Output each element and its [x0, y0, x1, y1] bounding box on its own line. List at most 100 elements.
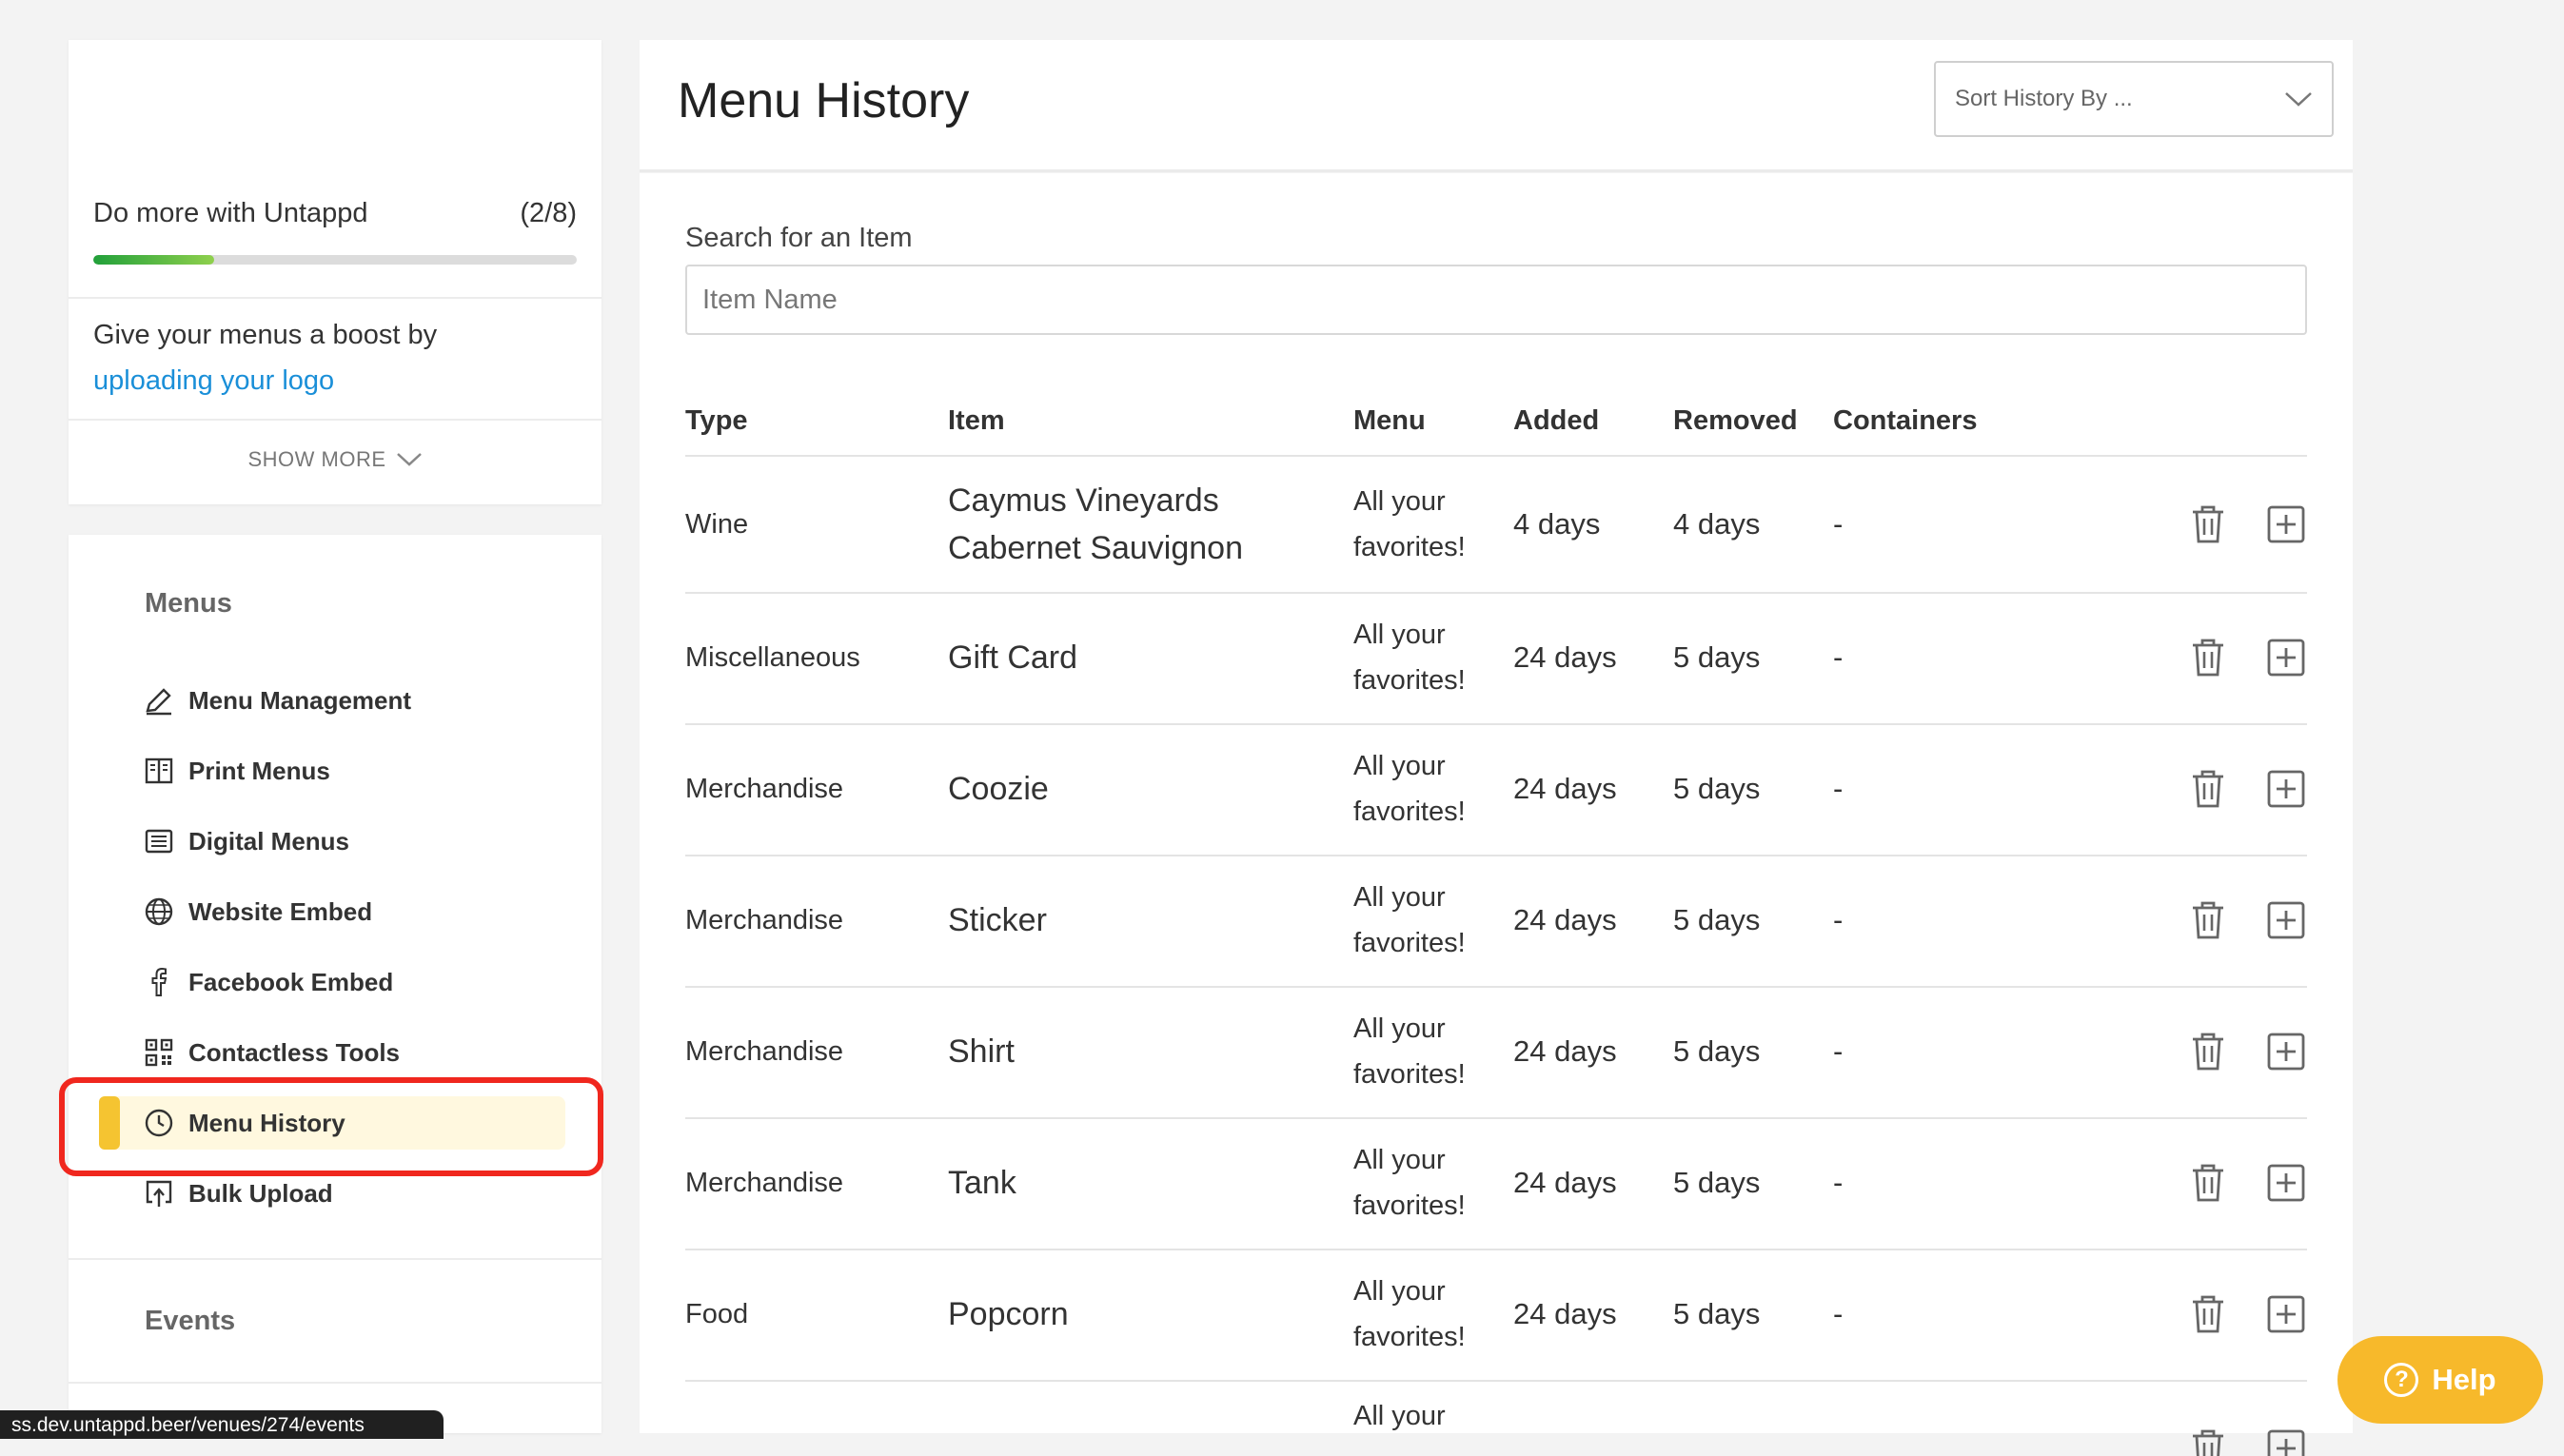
add-square-icon[interactable]: [2265, 1427, 2307, 1456]
menus-section-title: Menus: [145, 588, 232, 619]
table-row: Miscellaneous Gift Card All your favorites…: [685, 592, 2307, 725]
trash-icon[interactable]: [2187, 637, 2229, 679]
cell-removed: 5 days: [1673, 903, 1761, 936]
add-square-icon[interactable]: [2265, 1162, 2307, 1204]
show-more-button[interactable]: SHOW MORE: [69, 447, 602, 472]
history-panel: Search for an Item Type Item Menu Added …: [640, 173, 2353, 1456]
sidebar-item-facebook-embed[interactable]: Facebook Embed: [143, 955, 562, 1009]
cell-menu: All your favorites!: [1353, 486, 1466, 562]
trash-icon[interactable]: [2187, 1427, 2229, 1456]
page-header: Menu History Sort History By ...: [640, 40, 2353, 172]
add-square-icon[interactable]: [2265, 768, 2307, 810]
cell-item: [948, 1380, 1329, 1456]
trash-icon[interactable]: [2187, 899, 2229, 941]
cell-removed: 4 days: [1673, 507, 1761, 541]
trash-icon[interactable]: [2187, 503, 2229, 545]
sidebar-item-label: Website Embed: [188, 896, 373, 926]
trash-icon[interactable]: [2187, 1293, 2229, 1335]
trash-icon[interactable]: [2187, 1031, 2229, 1072]
events-section-title[interactable]: Events: [145, 1306, 235, 1337]
sort-select-placeholder: Sort History By ...: [1955, 86, 2133, 111]
cell-added: 24 days: [1513, 1297, 1617, 1330]
divider: [69, 1382, 602, 1384]
cell-added: 24 days: [1513, 1034, 1617, 1068]
status-bar-url: ss.dev.untappd.beer/venues/274/events: [0, 1410, 444, 1439]
sidebar-item-label: Print Menus: [188, 756, 330, 785]
sidebar-item-print-menus[interactable]: Print Menus: [143, 744, 562, 797]
column-header-type: Type: [685, 405, 748, 436]
divider: [69, 1258, 602, 1260]
cell-type: Merchandise: [685, 1035, 844, 1067]
cell-containers: -: [1833, 1166, 1844, 1199]
add-square-icon[interactable]: [2265, 1031, 2307, 1072]
question-icon: ?: [2384, 1363, 2419, 1397]
onboarding-tip-text: Give your menus a boost by: [93, 320, 438, 350]
sidebar-item-contactless-tools[interactable]: Contactless Tools: [143, 1026, 562, 1079]
cell-added: 24 days: [1513, 640, 1617, 674]
row-actions: [2187, 1117, 2307, 1249]
onboarding-progress-count: (2/8): [520, 198, 577, 228]
onboarding-progress-bar: [93, 255, 577, 265]
upload-logo-link[interactable]: uploading your logo: [93, 365, 334, 396]
sidebar-item-menu-management[interactable]: Menu Management: [143, 674, 562, 727]
cell-added: 4 days: [1513, 507, 1601, 541]
cell-menu: All your favorites!: [1353, 1013, 1466, 1090]
cell-item: Shirt: [948, 1033, 1015, 1070]
cell-item: Coozie: [948, 771, 1049, 807]
column-header-added: Added: [1513, 405, 1600, 436]
onboarding-card: Do more with Untappd (2/8) Give your men…: [69, 40, 602, 504]
sidebar-item-label: Contactless Tools: [188, 1037, 401, 1067]
cell-type: Merchandise: [685, 1167, 844, 1198]
facebook-icon: [151, 967, 168, 996]
onboarding-header: Do more with Untappd (2/8): [93, 198, 577, 229]
cell-type: Miscellaneous: [685, 641, 860, 673]
sidebar-nav: Menus Menu Management Print Menus Digita…: [69, 535, 602, 1433]
trash-icon[interactable]: [2187, 1162, 2229, 1204]
item-search-input[interactable]: [685, 265, 2307, 335]
table-row: All your: [685, 1380, 2307, 1456]
onboarding-title: Do more with Untappd: [93, 198, 368, 228]
page-title: Menu History: [678, 73, 970, 128]
cell-menu: All your favorites!: [1353, 882, 1466, 958]
cell-added: 24 days: [1513, 772, 1617, 805]
add-square-icon[interactable]: [2265, 1293, 2307, 1335]
sort-history-select[interactable]: Sort History By ...: [1934, 61, 2334, 137]
table-row: Merchandise Sticker All your favorites! 24 …: [685, 855, 2307, 988]
pencil-icon: [146, 688, 171, 716]
cell-menu: All your: [1353, 1401, 1446, 1431]
show-more-label: SHOW MORE: [247, 447, 386, 471]
row-actions: [2187, 457, 2307, 592]
table-header: Type Item Menu Added Removed Containers: [685, 398, 2307, 457]
table-row: Merchandise Coozie All your favorites! 24 d…: [685, 723, 2307, 856]
cell-menu: All your favorites!: [1353, 751, 1466, 827]
cell-containers: -: [1833, 772, 1844, 805]
cell-containers: -: [1833, 640, 1844, 674]
cell-type: Merchandise: [685, 773, 844, 804]
cell-menu: All your favorites!: [1353, 1276, 1466, 1352]
onboarding-progress-fill: [93, 255, 214, 265]
sidebar-item-website-embed[interactable]: Website Embed: [143, 885, 562, 938]
sidebar-item-label: Bulk Upload: [188, 1178, 333, 1208]
cell-containers: -: [1833, 903, 1844, 936]
add-square-icon[interactable]: [2265, 637, 2307, 679]
sidebar-item-digital-menus[interactable]: Digital Menus: [143, 815, 562, 868]
column-header-item: Item: [948, 405, 1005, 436]
row-actions: [2187, 592, 2307, 723]
column-header-menu: Menu: [1353, 405, 1426, 436]
cell-added: 24 days: [1513, 1166, 1617, 1199]
cell-removed: 5 days: [1673, 1297, 1761, 1330]
sidebar-item-label: Facebook Embed: [188, 967, 394, 996]
trash-icon[interactable]: [2187, 768, 2229, 810]
qr-code-icon: [145, 1038, 173, 1067]
table-row: Wine Caymus Vineyards Cabernet Sauvignon A…: [685, 457, 2307, 594]
divider: [69, 419, 602, 421]
cell-added: 24 days: [1513, 903, 1617, 936]
add-square-icon[interactable]: [2265, 899, 2307, 941]
help-button[interactable]: ? Help: [2337, 1336, 2543, 1424]
add-square-icon[interactable]: [2265, 503, 2307, 545]
cell-containers: -: [1833, 507, 1844, 541]
cell-type: Wine: [685, 508, 749, 540]
globe-icon: [145, 897, 173, 926]
help-label: Help: [2432, 1363, 2496, 1396]
cell-item: Caymus Vineyards Cabernet Sauvignon: [948, 482, 1244, 566]
